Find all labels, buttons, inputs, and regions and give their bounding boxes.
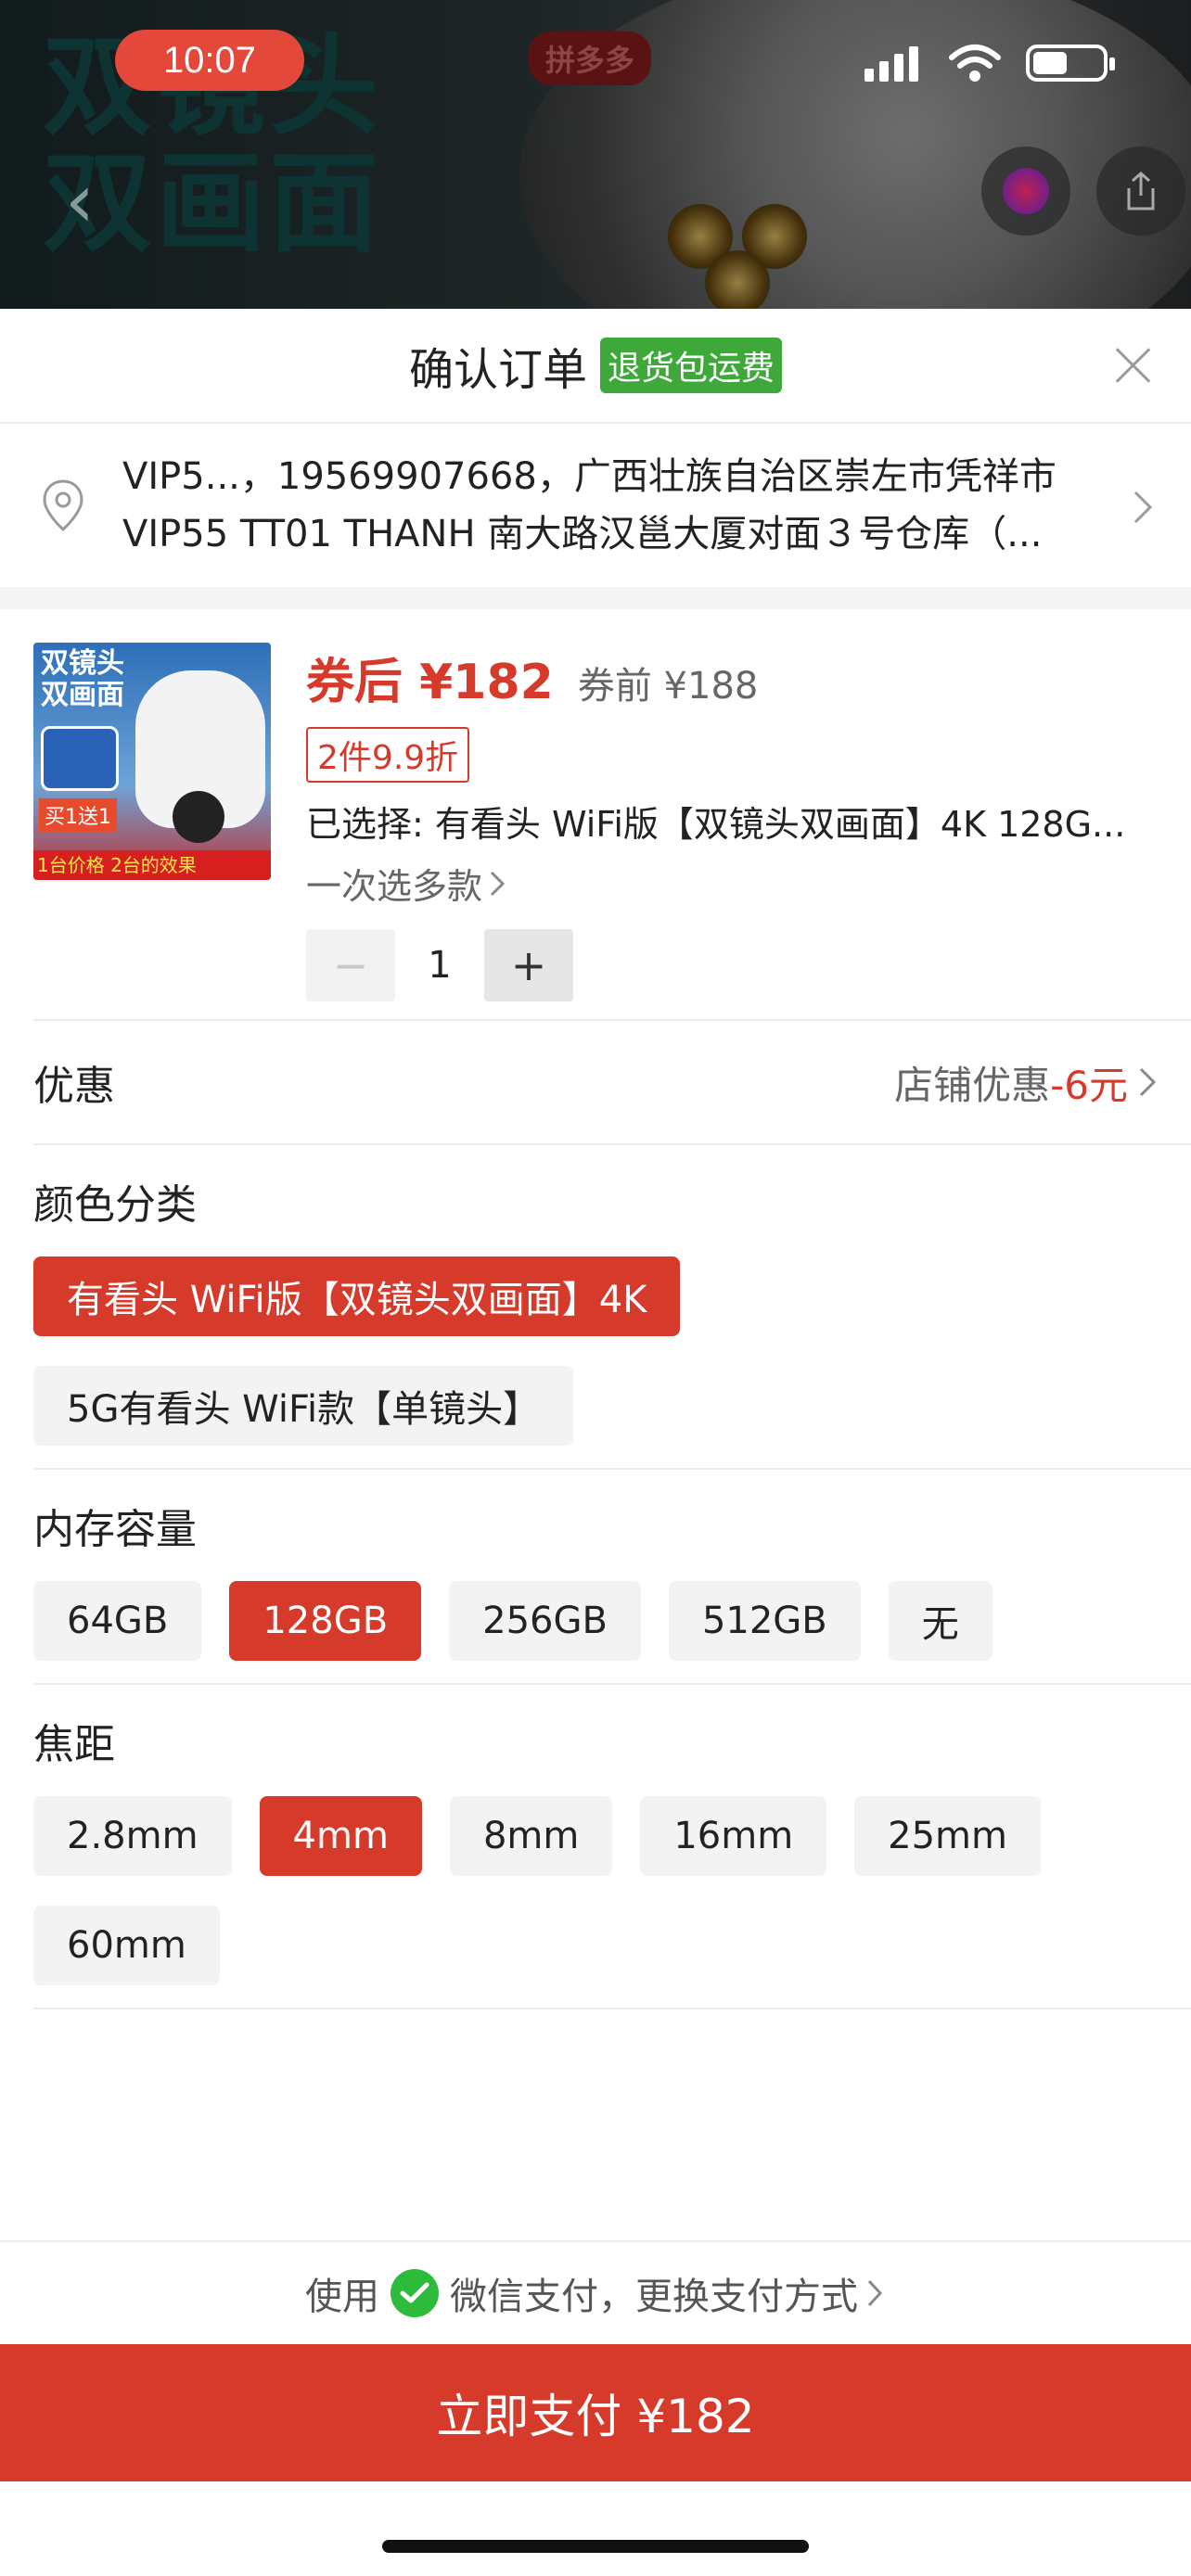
spec-chips: 64GB 128GB 256GB 512GB 无: [33, 1581, 1158, 1661]
spec-option-chip[interactable]: 60mm: [33, 1906, 220, 1985]
spec-option-chip[interactable]: 有看头 WiFi版【双镜头双画面】4K: [33, 1256, 681, 1336]
spec-option-chip[interactable]: 256GB: [449, 1581, 641, 1661]
wifi-icon: [949, 45, 1001, 82]
product-info: 券后 ¥182 券前 ¥188 2件9.9折 已选择: 有看头 WiFi版【双镜…: [306, 643, 1158, 1001]
spec-option-chip[interactable]: 2.8mm: [33, 1796, 232, 1876]
thumb-bottom-banner: 1台价格 2台的效果: [33, 850, 271, 880]
address-line-2: VIP55 TT01 THANH 南大路汉邕大厦对面３号仓库（...: [122, 513, 1043, 555]
thumb-title: 双镜头 双画面: [41, 647, 124, 711]
payment-method-text: 微信支付，更换支付方式: [450, 2276, 858, 2318]
spec-option-chip[interactable]: 16mm: [640, 1796, 827, 1876]
payment-method-row[interactable]: 使用 微信支付，更换支付方式: [0, 2240, 1191, 2344]
battery-icon: [1026, 45, 1115, 82]
spec-option-chip[interactable]: 4mm: [259, 1796, 422, 1876]
chevron-right-icon: [490, 871, 506, 896]
address-line-1: VIP5...，19569907668，广西壮族自治区崇左市凭祥市: [122, 455, 1057, 498]
wechat-pay-icon: [391, 2269, 439, 2317]
spec-title: 内存容量: [33, 1506, 197, 1553]
back-arrow-icon: ‹: [65, 158, 95, 244]
sheet-header: 确认订单 退货包运费: [0, 309, 1191, 422]
discount-row[interactable]: 优惠 店铺优惠 -6元: [0, 1021, 1191, 1143]
divider: [33, 2008, 1191, 2009]
selected-variant-text: 已选择: 有看头 WiFi版【双镜头双画面】4K 128G...: [306, 804, 1126, 845]
spec-section: 内存容量 64GB 128GB 256GB 512GB 无: [0, 1470, 1191, 1683]
spec-title: 颜色分类: [33, 1181, 197, 1229]
spec-section: 颜色分类有看头 WiFi版【双镜头双画面】4K 5G有看头 WiFi款【单镜头】: [0, 1145, 1191, 1468]
thumb-logo: [41, 726, 119, 791]
spec-options: 颜色分类有看头 WiFi版【双镜头双画面】4K 5G有看头 WiFi款【单镜头】内…: [0, 1145, 1191, 2009]
chevron-right-icon: [1133, 491, 1153, 524]
thumb-promo: 买1送1: [39, 798, 117, 832]
product-thumbnail[interactable]: 双镜头 双画面 买1送1 1台价格 2台的效果: [33, 643, 271, 880]
avatar-button: [981, 147, 1070, 236]
chevron-right-icon: [1139, 1067, 1157, 1097]
share-button: [1096, 147, 1185, 236]
spec-option-chip[interactable]: 128GB: [229, 1581, 422, 1661]
bundle-discount-tag: 2件9.9折: [306, 727, 470, 783]
status-icons: [863, 43, 1115, 83]
free-return-badge: 退货包运费: [600, 338, 783, 393]
confirm-order-sheet: 确认订单 退货包运费 VIP5...，19569907668，广西壮族自治区崇左…: [0, 309, 1191, 2576]
cellular-signal-icon: [864, 46, 918, 82]
spec-chips: 有看头 WiFi版【双镜头双画面】4K 5G有看头 WiFi款【单镜头】: [33, 1256, 1158, 1446]
price-before-coupon: 券前 ¥188: [577, 665, 759, 708]
thumb-camera-lens: [173, 791, 224, 843]
home-indicator: [382, 2540, 809, 2553]
shipping-address[interactable]: VIP5...，19569907668，广西壮族自治区崇左市凭祥市 VIP55 …: [0, 422, 1191, 587]
payment-use-prefix: 使用: [305, 2276, 379, 2318]
discount-amount: -6元: [1050, 1062, 1128, 1108]
increase-button[interactable]: +: [484, 929, 573, 1001]
discount-value: 店铺优惠 -6元: [894, 1054, 1158, 1111]
spec-option-chip[interactable]: 无: [888, 1581, 992, 1661]
multi-select-link[interactable]: 一次选多款: [306, 858, 1158, 909]
sheet-title: 确认订单: [408, 344, 587, 396]
quantity-stepper: − 1 +: [306, 929, 1158, 1001]
spec-section: 焦距 2.8mm 4mm 8mm 16mm 25mm 60mm: [0, 1685, 1191, 2008]
product-summary: 双镜头 双画面 买1送1 1台价格 2台的效果 券后 ¥182 券前 ¥188 …: [0, 609, 1191, 1019]
spec-option-chip[interactable]: 5G有看头 WiFi款【单镜头】: [33, 1366, 574, 1446]
chevron-right-icon: [867, 2279, 883, 2307]
share-icon: [1127, 171, 1155, 210]
status-time: 10:07: [115, 30, 304, 91]
location-pin-icon: [43, 479, 83, 532]
price-row: 券后 ¥182 券前 ¥188: [306, 643, 1158, 712]
spec-chips: 2.8mm 4mm 8mm 16mm 25mm 60mm: [33, 1796, 1158, 1985]
price-after-coupon: 券后 ¥182: [306, 655, 554, 710]
close-icon[interactable]: [1108, 340, 1158, 390]
spec-title: 焦距: [33, 1721, 115, 1768]
pay-now-button[interactable]: 立即支付 ¥182: [0, 2344, 1191, 2481]
avatar-icon: [1003, 168, 1049, 214]
address-text: VIP5...，19569907668，广西壮族自治区崇左市凭祥市 VIP55 …: [122, 448, 1158, 563]
section-separator: [0, 587, 1191, 609]
discount-label: 优惠: [33, 1063, 115, 1110]
decrease-button[interactable]: −: [306, 929, 395, 1001]
spec-option-chip[interactable]: 512GB: [668, 1581, 861, 1661]
spec-option-chip[interactable]: 8mm: [449, 1796, 613, 1876]
spec-option-chip[interactable]: 25mm: [854, 1796, 1041, 1876]
multi-select-label: 一次选多款: [306, 866, 483, 907]
discount-type: 店铺优惠: [894, 1062, 1051, 1108]
quantity-value: 1: [428, 944, 452, 987]
spec-option-chip[interactable]: 64GB: [33, 1581, 202, 1661]
